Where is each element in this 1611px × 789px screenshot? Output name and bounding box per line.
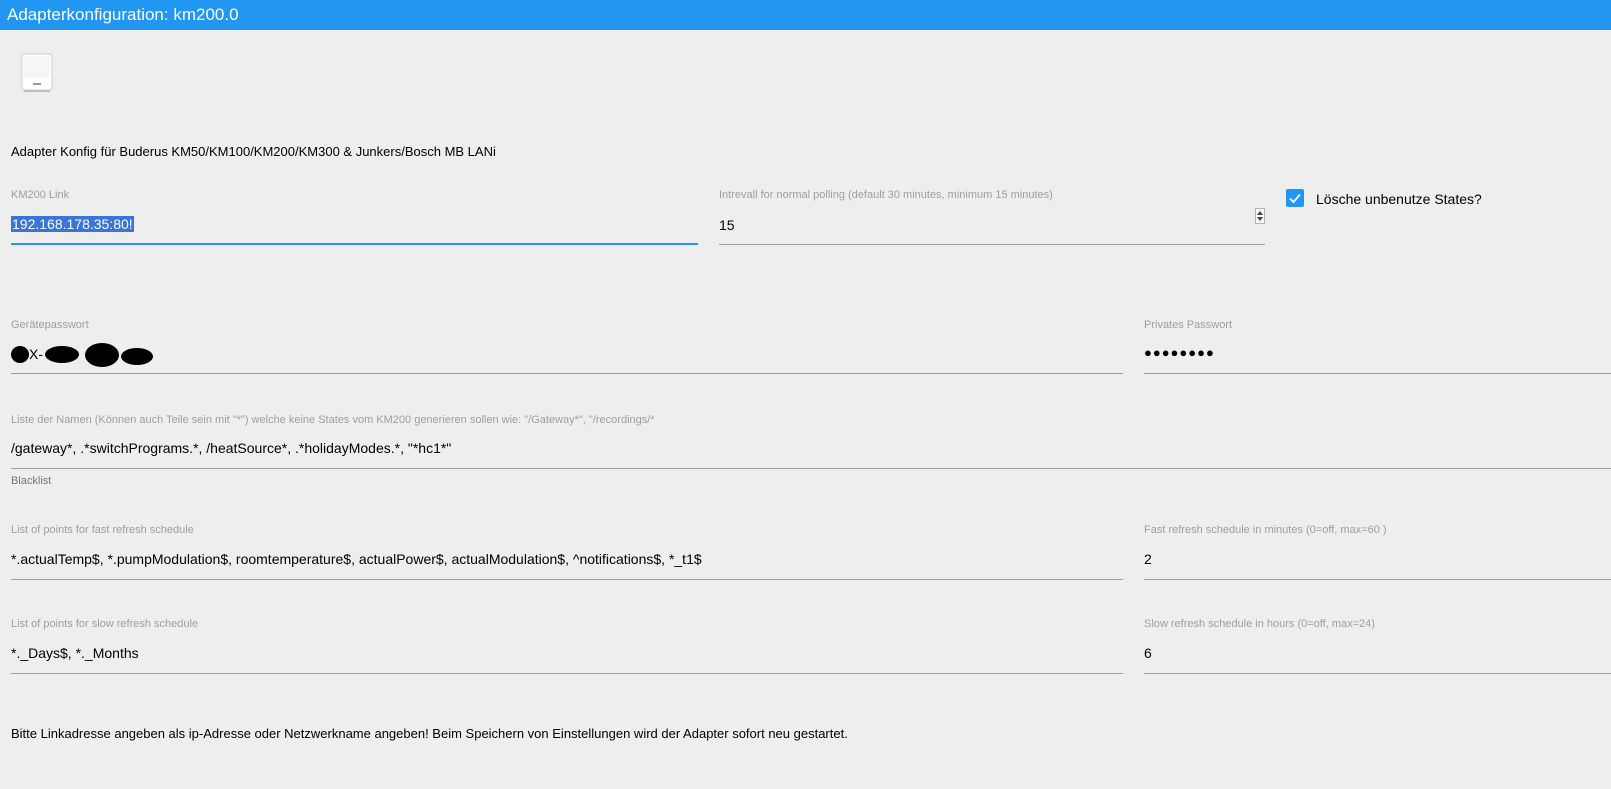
slow-hours-label: Slow refresh schedule in hours (0=off, m…	[1144, 618, 1375, 630]
checkmark-icon	[1289, 193, 1301, 204]
blacklist-label: Liste der Namen (Können auch Teile sein …	[11, 414, 655, 426]
interval-input[interactable]: 15	[719, 217, 735, 233]
private-password-input[interactable]: ●●●●●●●●	[1144, 345, 1215, 360]
interval-label: Intrevall for normal polling (default 30…	[719, 189, 1053, 201]
redaction-mark	[85, 343, 119, 367]
spinner-down-icon[interactable]	[1257, 217, 1263, 221]
interval-underline	[719, 244, 1265, 245]
fast-minutes-input[interactable]: 2	[1144, 551, 1152, 567]
slow-points-label: List of points for slow refresh schedule	[11, 618, 199, 630]
device-password-input[interactable]: X-	[11, 343, 171, 368]
slow-hours-input[interactable]: 6	[1144, 645, 1152, 661]
redaction-mark	[121, 348, 153, 365]
blacklist-helper-text: Blacklist	[11, 475, 52, 487]
device-password-field[interactable]: Gerätepasswort X-	[11, 319, 1123, 375]
fast-minutes-underline	[1144, 579, 1611, 580]
km200-link-label: KM200 Link	[11, 189, 70, 201]
km200-link-input[interactable]: 192.168.178.35:80!	[11, 216, 134, 232]
private-password-label: Privates Passwort	[1144, 319, 1233, 331]
interval-field[interactable]: Intrevall for normal polling (default 30…	[719, 189, 1265, 246]
blacklist-field[interactable]: Liste der Namen (Können auch Teile sein …	[11, 414, 1611, 470]
device-password-label: Gerätepasswort	[11, 319, 89, 331]
heating-device-icon	[18, 52, 56, 94]
blacklist-input[interactable]: /gateway*, .*switchPrograms.*, /heatSour…	[11, 440, 451, 456]
redaction-mark	[11, 346, 29, 363]
slow-points-input[interactable]: *._Days$, *._Months	[11, 645, 139, 661]
slow-hours-underline	[1144, 673, 1611, 674]
redaction-mark	[45, 346, 79, 363]
delete-unused-checkbox[interactable]	[1286, 189, 1304, 207]
fast-points-field[interactable]: List of points for fast refresh schedule…	[11, 524, 1123, 581]
window-title: Adapterkonfiguration: km200.0	[0, 0, 1611, 30]
fast-points-underline	[11, 579, 1123, 580]
fast-minutes-label: Fast refresh schedule in minutes (0=off,…	[1144, 524, 1387, 536]
km200-link-field[interactable]: KM200 Link 192.168.178.35:80!	[11, 189, 698, 246]
fast-points-label: List of points for fast refresh schedule	[11, 524, 194, 536]
slow-hours-field[interactable]: Slow refresh schedule in hours (0=off, m…	[1144, 618, 1611, 675]
private-password-underline	[1144, 373, 1611, 374]
device-password-underline	[11, 373, 1123, 374]
footer-text: Bitte Linkadresse angeben als ip-Adresse…	[11, 726, 848, 741]
km200-link-underline	[11, 243, 698, 245]
intro-text: Adapter Konfig für Buderus KM50/KM100/KM…	[11, 144, 496, 159]
device-password-visible: X-	[29, 346, 43, 362]
fast-points-input[interactable]: *.actualTemp$, *.pumpModulation$, roomte…	[11, 551, 702, 567]
delete-unused-label: Lösche unbenutze States?	[1316, 191, 1482, 207]
slow-points-underline	[11, 673, 1123, 674]
fast-minutes-field[interactable]: Fast refresh schedule in minutes (0=off,…	[1144, 524, 1611, 581]
slow-points-field[interactable]: List of points for slow refresh schedule…	[11, 618, 1123, 675]
private-password-field[interactable]: Privates Passwort ●●●●●●●●	[1144, 319, 1611, 375]
spinner-up-icon[interactable]	[1257, 211, 1263, 215]
interval-spinner[interactable]	[1255, 208, 1265, 224]
blacklist-underline	[11, 468, 1611, 469]
